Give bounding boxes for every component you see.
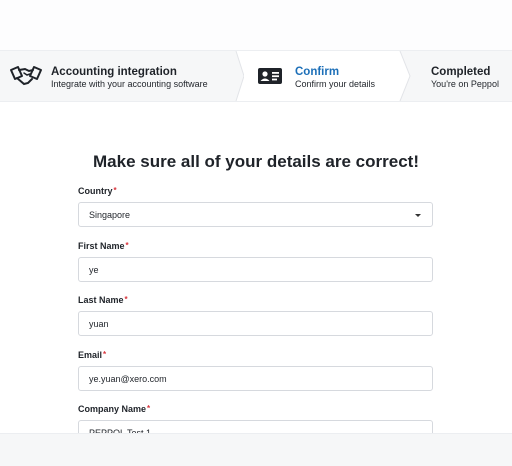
company-name-label: Company Name* bbox=[78, 404, 150, 414]
step-confirm[interactable]: Confirm Confirm your details bbox=[236, 51, 400, 101]
required-marker: * bbox=[113, 186, 117, 195]
progress-stepper: Accounting integration Integrate with yo… bbox=[0, 50, 512, 102]
chevron-down-icon bbox=[415, 214, 421, 217]
company-name-label-text: Company Name bbox=[78, 404, 147, 414]
country-label-text: Country bbox=[78, 186, 113, 196]
required-marker: * bbox=[147, 404, 151, 413]
step-subtitle: Integrate with your accounting software bbox=[51, 79, 208, 89]
last-name-label: Last Name* bbox=[78, 295, 128, 305]
step-subtitle: Confirm your details bbox=[295, 79, 376, 89]
first-name-value: ye bbox=[89, 265, 99, 275]
email-label: Email* bbox=[78, 350, 106, 360]
step-subtitle: You're on Peppol bbox=[431, 79, 499, 89]
id-card-icon bbox=[257, 67, 283, 90]
last-name-label-text: Last Name bbox=[78, 295, 124, 305]
step-separator-chevron bbox=[398, 51, 411, 101]
required-marker: * bbox=[125, 241, 129, 250]
footer-bar bbox=[0, 434, 512, 466]
required-marker: * bbox=[103, 350, 107, 359]
top-bar bbox=[0, 0, 512, 50]
last-name-field[interactable]: yuan bbox=[78, 311, 433, 336]
country-label: Country* bbox=[78, 186, 117, 196]
last-name-value: yuan bbox=[89, 319, 109, 329]
step-separator-chevron bbox=[228, 51, 244, 101]
form-heading: Make sure all of your details are correc… bbox=[93, 152, 419, 171]
email-value: ye.yuan@xero.com bbox=[89, 374, 167, 384]
step-title: Accounting integration bbox=[51, 66, 177, 78]
step-accounting-integration[interactable]: Accounting integration Integrate with yo… bbox=[0, 51, 236, 101]
first-name-label: First Name* bbox=[78, 241, 129, 251]
first-name-field[interactable]: ye bbox=[78, 257, 433, 282]
step-title: Confirm bbox=[295, 66, 340, 78]
country-value: Singapore bbox=[89, 210, 131, 220]
handshake-icon bbox=[9, 64, 43, 93]
country-select[interactable]: Singapore bbox=[78, 202, 433, 227]
step-completed[interactable]: Completed You're on Peppol bbox=[414, 51, 512, 101]
email-field[interactable]: ye.yuan@xero.com bbox=[78, 366, 433, 391]
first-name-label-text: First Name bbox=[78, 241, 125, 251]
step-title: Completed bbox=[431, 66, 491, 78]
required-marker: * bbox=[124, 295, 128, 304]
email-label-text: Email bbox=[78, 350, 103, 360]
